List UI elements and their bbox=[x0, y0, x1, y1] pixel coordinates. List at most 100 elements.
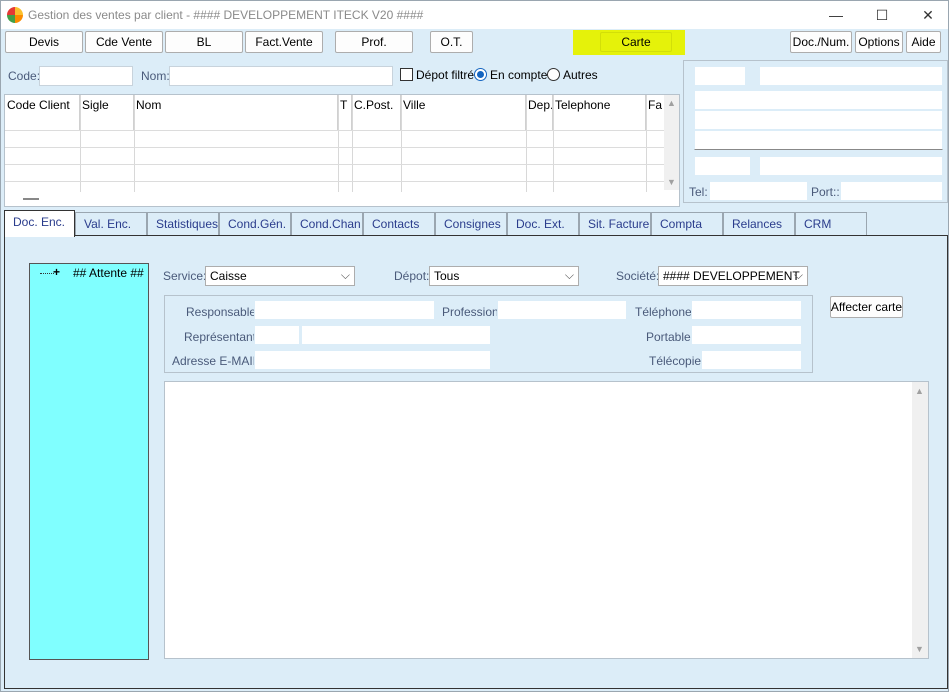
en-compte-radio[interactable] bbox=[474, 68, 487, 81]
column-header-dep[interactable]: Dep. bbox=[526, 95, 553, 130]
tab-sit-facture[interactable]: Sit. Facture bbox=[579, 212, 651, 235]
service-select[interactable]: Caisse ⌵ bbox=[205, 266, 355, 286]
grid-row-line bbox=[5, 147, 665, 148]
notes-scrollbar[interactable]: ▲ ▼ bbox=[912, 382, 928, 658]
scroll-up-icon[interactable]: ▲ bbox=[915, 386, 924, 396]
portable-label: Portable: bbox=[646, 330, 695, 344]
affecter-carte-button[interactable]: Affecter carte bbox=[830, 296, 903, 318]
representant-name-field[interactable] bbox=[301, 325, 491, 345]
column-header-cpost[interactable]: C.Post. bbox=[352, 95, 401, 130]
societe-select-value: #### DEVELOPPEMENT bbox=[663, 269, 800, 283]
column-header-sigle[interactable]: Sigle bbox=[80, 95, 134, 130]
societe-select[interactable]: #### DEVELOPPEMENT ⌵ bbox=[658, 266, 808, 286]
chevron-down-icon: ⌵ bbox=[564, 268, 574, 282]
tab-cond-chan[interactable]: Cond.Chan bbox=[291, 212, 363, 235]
minimize-icon[interactable]: — bbox=[813, 1, 859, 29]
tab-consignes[interactable]: Consignes bbox=[435, 212, 507, 235]
tab-compta[interactable]: Compta bbox=[651, 212, 723, 235]
close-icon[interactable]: ✕ bbox=[905, 1, 949, 29]
tab-contacts[interactable]: Contacts bbox=[363, 212, 435, 235]
en-compte-label: En compte bbox=[490, 68, 548, 82]
column-header-ville[interactable]: Ville bbox=[401, 95, 526, 130]
client-address-line-1[interactable] bbox=[694, 90, 943, 110]
grid-vertical-scrollbar[interactable]: ▲ ▼ bbox=[664, 95, 679, 190]
profession-field[interactable] bbox=[497, 300, 627, 320]
tab-doc-ext[interactable]: Doc. Ext. bbox=[507, 212, 579, 235]
tel-field[interactable] bbox=[709, 181, 808, 201]
scroll-down-icon[interactable]: ▼ bbox=[667, 177, 676, 187]
cde-vente-button[interactable]: Cde Vente bbox=[85, 31, 163, 53]
autres-label: Autres bbox=[563, 68, 598, 82]
portable-field[interactable] bbox=[691, 325, 802, 345]
client-grid[interactable]: Code Client Sigle Nom T C.Post. Ville De… bbox=[4, 94, 680, 207]
tab-statistiques[interactable]: Statistiques bbox=[147, 212, 219, 235]
grid-divider bbox=[338, 95, 339, 192]
representant-code-field[interactable] bbox=[254, 325, 300, 345]
scroll-down-icon[interactable]: ▼ bbox=[915, 644, 924, 654]
client-city-field[interactable] bbox=[759, 156, 943, 176]
port-field[interactable] bbox=[840, 181, 943, 201]
grid-divider bbox=[526, 95, 527, 192]
tab-doc-enc[interactable]: Doc. Enc. bbox=[4, 210, 75, 237]
tree-node-attente[interactable]: ## Attente ## bbox=[73, 266, 144, 280]
nom-input[interactable] bbox=[169, 66, 393, 86]
client-name-field[interactable] bbox=[759, 66, 943, 86]
telecopie-label: Télécopie: bbox=[649, 354, 705, 368]
main-window: Gestion des ventes par client - #### DEV… bbox=[0, 0, 949, 692]
depot-select[interactable]: Tous ⌵ bbox=[429, 266, 579, 286]
grid-divider bbox=[646, 95, 647, 192]
tab-crm[interactable]: CRM bbox=[795, 212, 867, 235]
depot-filtre-label: Dépot filtré bbox=[416, 68, 475, 82]
ot-button[interactable]: O.T. bbox=[430, 31, 473, 53]
chevron-down-icon: ⌵ bbox=[340, 268, 350, 282]
telecopie-field[interactable] bbox=[701, 350, 802, 370]
service-label: Service: bbox=[163, 269, 207, 283]
column-header-nom[interactable]: Nom bbox=[134, 95, 338, 130]
client-address-line-3[interactable] bbox=[694, 130, 943, 150]
responsable-field[interactable] bbox=[254, 300, 435, 320]
aide-button[interactable]: Aide bbox=[906, 31, 941, 53]
tab-val-enc[interactable]: Val. Enc. bbox=[75, 212, 147, 235]
responsable-label: Responsable: bbox=[186, 305, 260, 319]
grid-row-line bbox=[5, 164, 665, 165]
societe-label: Société: bbox=[616, 269, 660, 283]
notes-textarea[interactable]: ▲ ▼ bbox=[164, 381, 929, 659]
window-title: Gestion des ventes par client - #### DEV… bbox=[28, 8, 424, 22]
scroll-thumb[interactable] bbox=[23, 198, 39, 200]
email-label: Adresse E-MAIL: bbox=[172, 354, 263, 368]
grid-horizontal-scrollbar[interactable] bbox=[5, 192, 664, 206]
bl-button[interactable]: BL bbox=[165, 31, 243, 53]
tel-label: Tel: bbox=[689, 185, 708, 199]
tab-relances[interactable]: Relances bbox=[723, 212, 795, 235]
column-header-t[interactable]: T bbox=[338, 95, 352, 130]
options-button[interactable]: Options bbox=[855, 31, 903, 53]
profession-label: Profession: bbox=[442, 305, 503, 319]
client-address-line-2[interactable] bbox=[694, 110, 943, 130]
maximize-icon[interactable]: ☐ bbox=[859, 1, 905, 29]
client-info-panel: Tel: Port:: bbox=[683, 60, 948, 203]
client-code-field[interactable] bbox=[694, 66, 746, 86]
email-field[interactable] bbox=[254, 350, 491, 370]
telephone-field[interactable] bbox=[691, 300, 802, 320]
column-header-fa[interactable]: Fa bbox=[646, 95, 664, 130]
column-header-code-client[interactable]: Code Client bbox=[5, 95, 80, 130]
tree-expand-icon[interactable]: + bbox=[53, 265, 60, 279]
depot-filtre-checkbox[interactable] bbox=[400, 68, 413, 81]
scroll-up-icon[interactable]: ▲ bbox=[667, 98, 676, 108]
carte-button[interactable]: Carte bbox=[600, 32, 672, 52]
prof-button[interactable]: Prof. bbox=[335, 31, 413, 53]
telephone-label: Téléphone: bbox=[635, 305, 696, 319]
tab-cond-gen[interactable]: Cond.Gén. bbox=[219, 212, 291, 235]
client-postcode-field[interactable] bbox=[694, 156, 751, 176]
contact-groupbox: Responsable: Profession: Téléphone: Repr… bbox=[164, 295, 813, 373]
devis-button[interactable]: Devis bbox=[5, 31, 83, 53]
autres-radio[interactable] bbox=[547, 68, 560, 81]
fact-vente-button[interactable]: Fact.Vente bbox=[245, 31, 323, 53]
grid-divider bbox=[352, 95, 353, 192]
grid-divider bbox=[80, 95, 81, 192]
nom-label: Nom: bbox=[141, 69, 170, 83]
code-input[interactable] bbox=[39, 66, 133, 86]
column-header-telephone[interactable]: Telephone bbox=[553, 95, 646, 130]
doc-num-button[interactable]: Doc./Num. bbox=[790, 31, 852, 53]
document-tree[interactable]: + ## Attente ## bbox=[29, 263, 149, 660]
